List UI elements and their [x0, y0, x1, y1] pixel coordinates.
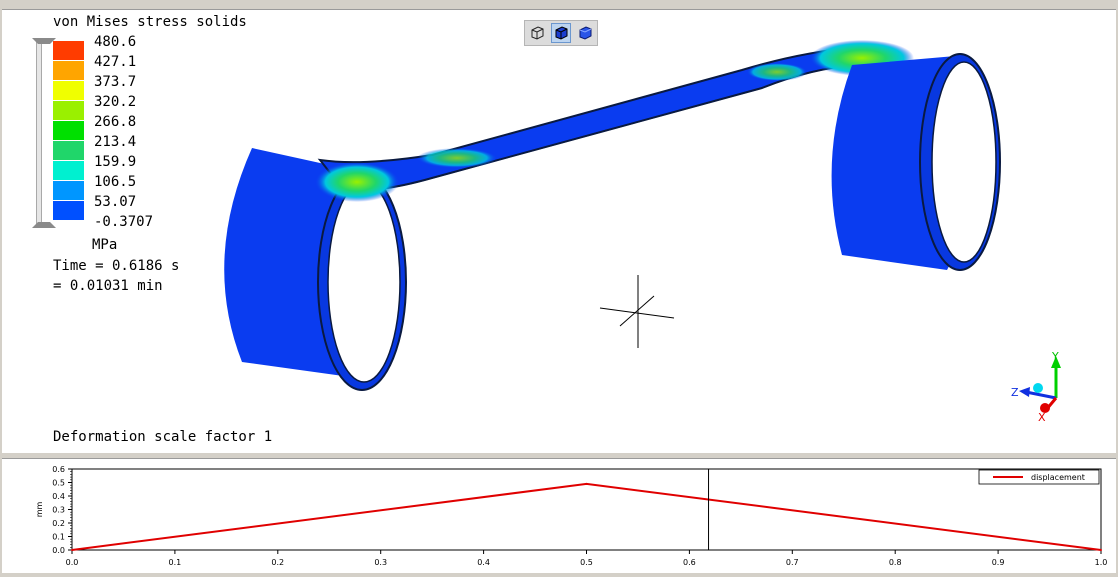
svg-text:Y: Y: [1051, 350, 1059, 363]
view-front-icon: [531, 26, 544, 40]
pivot-crosshair: [599, 275, 675, 348]
data-point: [1100, 549, 1102, 551]
y-tick-label: 0.1: [52, 533, 65, 542]
x-tick-label: 0.1: [169, 558, 182, 567]
x-tick-label: 0.7: [786, 558, 799, 567]
y-tick-label: 0.0: [52, 546, 65, 555]
y-tick-label: 0.4: [52, 492, 65, 501]
connecting-strap: [315, 40, 914, 202]
x-tick-label: 0.2: [271, 558, 284, 567]
y-tick-label: 0.6: [52, 465, 65, 474]
x-tick-label: 0.9: [992, 558, 1005, 567]
fea-model: Y Z X: [224, 40, 1061, 424]
y-axis-label: mm: [35, 502, 44, 518]
y-tick-label: 0.5: [52, 479, 65, 488]
view-solid-icon: [555, 26, 568, 40]
svg-text:Z: Z: [1011, 386, 1019, 399]
displacement-chart: 0.0 0.1 0.2 0.3 0.4 0.5 0.6 0.0 0.1 0.2 0.3 0.4 0.5 0…: [35, 465, 1108, 567]
x-tick-label: 0.8: [889, 558, 902, 567]
axis-triad-icon: Y Z X: [1011, 350, 1061, 424]
view-shaded-button[interactable]: [575, 23, 595, 43]
svg-text:X: X: [1038, 411, 1046, 424]
data-point: [585, 482, 588, 485]
view-mode-toolbar: [524, 20, 598, 46]
x-tick-label: 0.4: [477, 558, 490, 567]
legend-label-displacement: displacement: [1031, 473, 1085, 482]
data-point: [71, 549, 73, 551]
x-tick-label: 0.0: [66, 558, 79, 567]
x-tick-label: 0.3: [374, 558, 387, 567]
x-tick-label: 0.6: [683, 558, 696, 567]
view-wireframe-button[interactable]: [527, 23, 547, 43]
3d-viewport[interactable]: von Mises stress solids 480.6 427.1 373.7 3…: [2, 9, 1116, 453]
plot-area: [71, 468, 1102, 551]
view-solid-button[interactable]: [551, 23, 571, 43]
right-ring: [831, 53, 1001, 271]
y-tick-label: 0.2: [52, 519, 65, 528]
view-shaded-icon: [579, 26, 592, 40]
displacement-chart-panel[interactable]: 0.0 0.1 0.2 0.3 0.4 0.5 0.6 0.0 0.1 0.2 0.3 0.4 0.5 0…: [2, 458, 1116, 573]
x-tick-label: 1.0: [1095, 558, 1108, 567]
y-tick-label: 0.3: [52, 506, 65, 515]
x-tick-label: 0.5: [580, 558, 593, 567]
